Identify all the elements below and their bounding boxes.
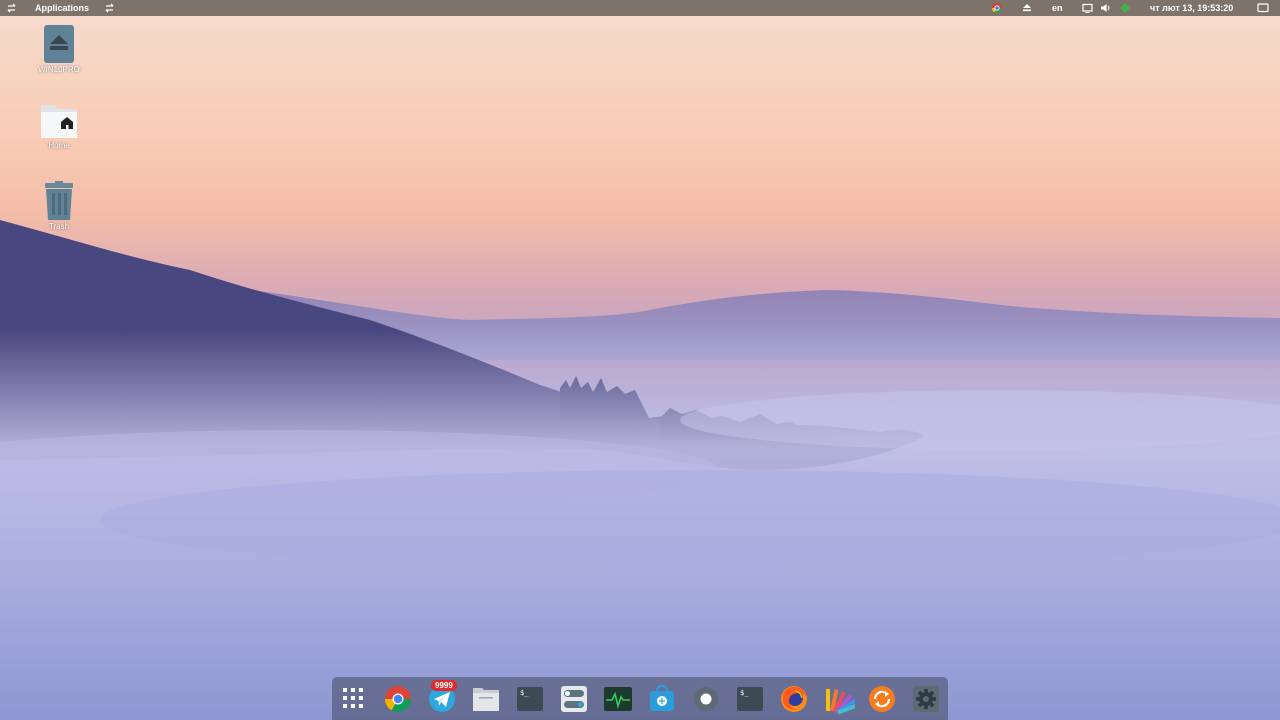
network-status-icon[interactable] <box>1119 0 1131 16</box>
chrome-tray-icon[interactable] <box>991 0 1003 16</box>
notification-icon[interactable] <box>1257 0 1269 16</box>
wallpaper <box>0 220 1280 720</box>
volume-icon[interactable] <box>1100 0 1112 16</box>
eject-icon[interactable] <box>1022 0 1032 16</box>
terminal-icon: $_ <box>517 687 543 711</box>
display-icon[interactable] <box>1082 0 1093 16</box>
desktop-icon-win10pro[interactable]: WIN10PRO <box>24 24 94 74</box>
svg-text:$_: $_ <box>740 689 749 697</box>
clock[interactable]: чт лют 13, 19:53:20 <box>1150 0 1233 16</box>
circle-app-icon <box>694 687 718 711</box>
desktop-icon-label: WIN10PRO <box>38 65 80 74</box>
dock-palette[interactable] <box>821 684 855 718</box>
drive-eject-icon <box>44 25 74 63</box>
dock-tweaks[interactable] <box>557 684 591 718</box>
store-icon <box>650 684 674 711</box>
dock-files[interactable] <box>469 684 503 718</box>
palette-icon <box>826 689 855 714</box>
keyboard-layout[interactable]: en <box>1052 0 1063 16</box>
workspace-switch-icon[interactable] <box>105 0 115 16</box>
desktop: Applications en чт лют 13, 19:53:20 WIN1… <box>0 0 1280 720</box>
menu-icon[interactable] <box>7 0 17 16</box>
tweaks-icon <box>561 686 587 712</box>
home-folder-icon <box>41 105 77 138</box>
dock-terminal-2[interactable]: $_ <box>733 684 767 718</box>
files-icon <box>473 688 499 711</box>
terminal-icon: $_ <box>737 687 763 711</box>
notification-badge: 9999 <box>431 680 457 691</box>
dock-updater[interactable] <box>865 684 899 718</box>
dock-firefox[interactable] <box>777 684 811 718</box>
dock-system-settings[interactable] <box>909 684 943 718</box>
update-icon <box>869 686 895 712</box>
app-grid-icon <box>343 688 363 708</box>
dock-chrome[interactable] <box>381 684 415 718</box>
top-panel: Applications en чт лют 13, 19:53:20 <box>0 0 1280 16</box>
trash-icon <box>45 181 73 220</box>
applications-menu[interactable]: Applications <box>35 0 89 16</box>
desktop-icon-home[interactable]: Home <box>24 102 94 150</box>
dock-store[interactable] <box>645 684 679 718</box>
dock-terminal[interactable]: $_ <box>513 684 547 718</box>
firefox-icon <box>781 686 807 712</box>
system-monitor-icon <box>604 687 632 711</box>
dock-system-monitor[interactable] <box>601 684 635 718</box>
dock-app-grid[interactable] <box>337 684 371 718</box>
gear-icon <box>913 686 939 712</box>
dock-circle-app[interactable] <box>689 684 723 718</box>
desktop-icon-label: Trash <box>48 222 70 231</box>
desktop-icon-trash[interactable]: Trash <box>24 181 94 231</box>
desktop-icon-label: Home <box>48 141 70 150</box>
svg-text:$_: $_ <box>520 689 529 697</box>
chrome-icon <box>384 686 412 713</box>
